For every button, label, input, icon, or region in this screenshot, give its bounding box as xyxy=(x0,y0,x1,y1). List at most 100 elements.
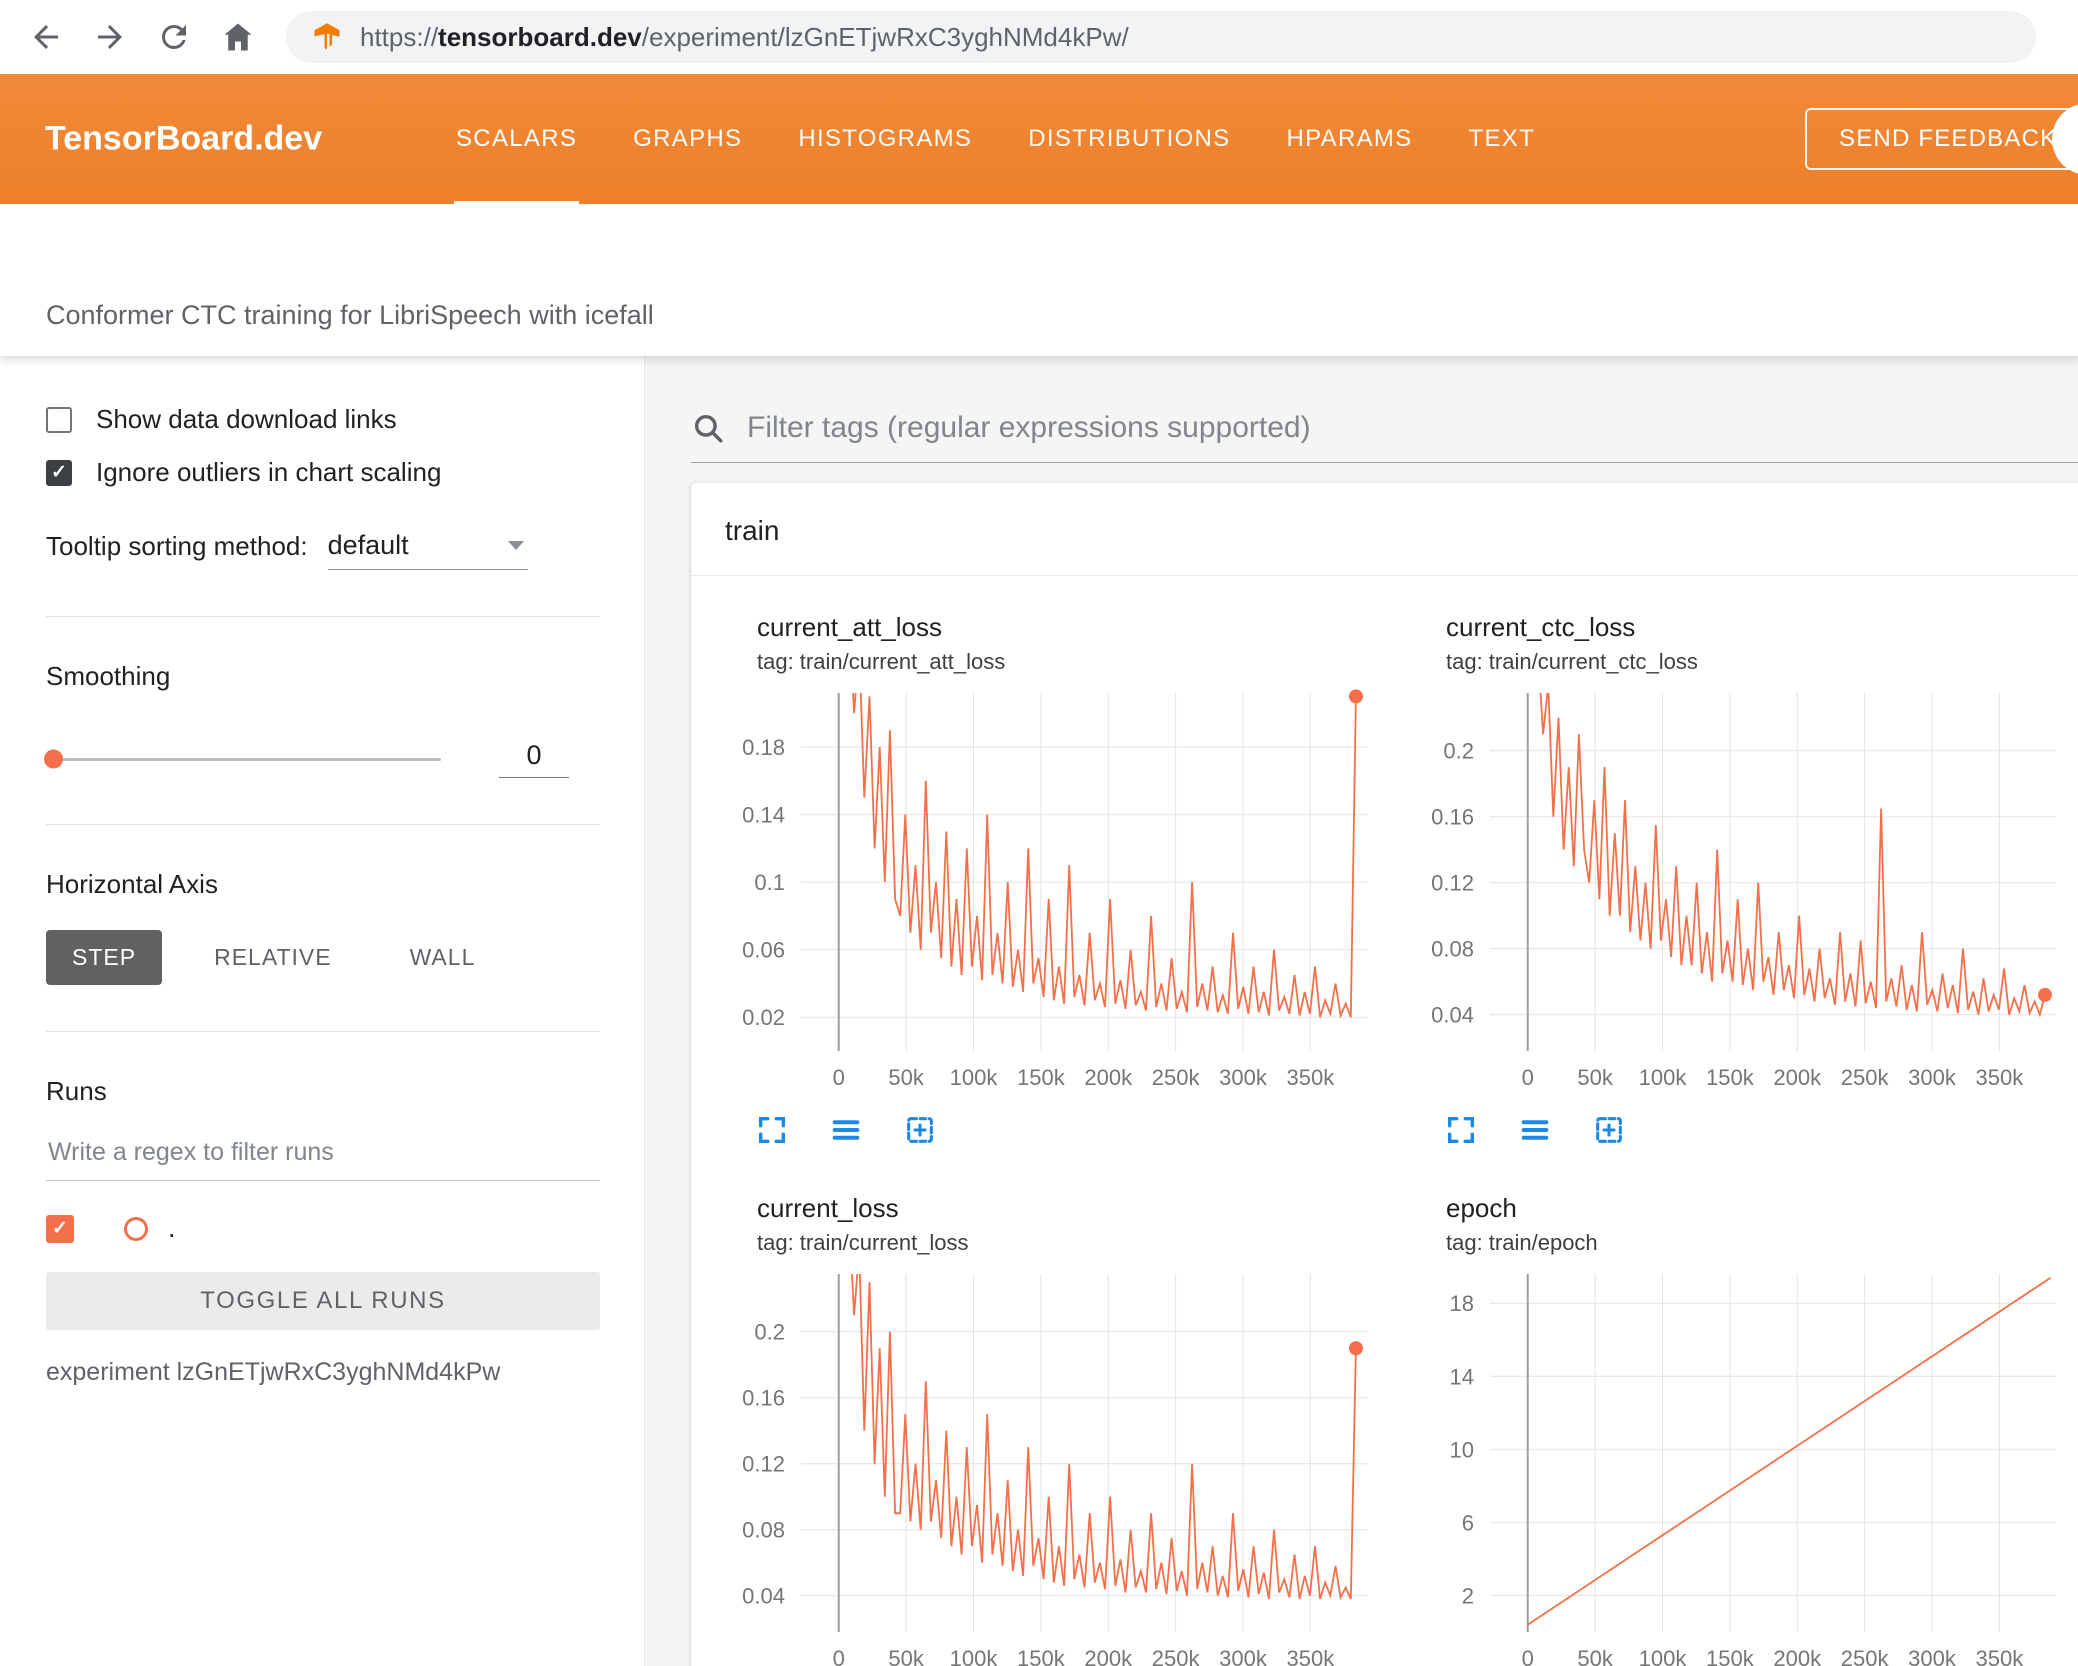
header-tabs: SCALARS GRAPHS HISTOGRAMS DISTRIBUTIONS HPAR… xyxy=(428,74,1563,204)
tooltip-sorting-value: default xyxy=(327,530,409,560)
svg-text:150k: 150k xyxy=(1706,1065,1755,1090)
back-icon[interactable] xyxy=(28,19,64,55)
svg-text:300k: 300k xyxy=(1908,1065,1957,1090)
chart-tag: tag: train/current_att_loss xyxy=(757,649,1006,674)
axis-wall-button[interactable]: WALL xyxy=(384,930,502,985)
chart-current_loss: current_loss tag: train/current_loss 0.04 0… xyxy=(715,1193,1380,1666)
url-host: tensorboard.dev xyxy=(438,21,642,52)
svg-text:14: 14 xyxy=(1450,1364,1474,1389)
toggle-all-runs-button[interactable]: TOGGLE ALL RUNS xyxy=(46,1272,600,1330)
svg-text:100k: 100k xyxy=(950,1065,999,1090)
divider xyxy=(46,824,600,825)
url-bar[interactable]: https://tensorboard.dev/experiment/lzGnE… xyxy=(286,11,2036,63)
svg-text:0: 0 xyxy=(1522,1065,1534,1090)
run-checkbox[interactable] xyxy=(46,1214,74,1243)
tab-graphs[interactable]: GRAPHS xyxy=(605,74,770,204)
fit-domain-icon[interactable] xyxy=(1592,1113,1626,1147)
content-area: Show data download links Ignore outliers… xyxy=(0,356,2078,1666)
divider xyxy=(46,1031,600,1032)
svg-text:250k: 250k xyxy=(1152,1646,1201,1666)
ignore-outliers-row[interactable]: Ignore outliers in chart scaling xyxy=(46,457,600,488)
svg-text:100k: 100k xyxy=(1639,1646,1688,1666)
runs-filter-input[interactable] xyxy=(46,1137,604,1168)
svg-text:0: 0 xyxy=(1522,1646,1534,1666)
run-name: . xyxy=(168,1213,176,1243)
svg-text:0.04: 0.04 xyxy=(1431,1003,1474,1028)
svg-text:0.04: 0.04 xyxy=(742,1584,785,1609)
svg-text:100k: 100k xyxy=(950,1646,999,1666)
filter-tags-input[interactable] xyxy=(745,410,2078,446)
svg-text:6: 6 xyxy=(1462,1510,1474,1535)
smoothing-slider-thumb[interactable] xyxy=(44,749,63,769)
browser-chrome: https://tensorboard.dev/experiment/lzGnE… xyxy=(0,0,2078,74)
refresh-icon[interactable] xyxy=(156,19,192,55)
svg-text:300k: 300k xyxy=(1219,1646,1268,1666)
tab-scalars[interactable]: SCALARS xyxy=(428,74,605,204)
tensorboard-brand[interactable]: TensorBoard.dev xyxy=(45,120,322,159)
chart-title: current_ctc_loss xyxy=(1446,612,1636,642)
tab-distributions[interactable]: DISTRIBUTIONS xyxy=(1000,74,1258,204)
svg-text:300k: 300k xyxy=(1908,1646,1957,1666)
show-download-links-checkbox[interactable] xyxy=(46,406,72,433)
chart-canvas-current_loss[interactable]: 0.04 0.08 0.12 0.16 0.2 0 50k 100k 150k 200k 250k 3… xyxy=(715,1266,1380,1666)
smoothing-slider-row: 0 xyxy=(44,740,600,778)
tab-hparams[interactable]: HPARAMS xyxy=(1258,74,1440,204)
chevron-down-icon xyxy=(507,541,524,550)
tooltip-sorting-row: Tooltip sorting method: default xyxy=(46,530,600,570)
svg-text:0.06: 0.06 xyxy=(742,938,785,963)
svg-text:18: 18 xyxy=(1450,1291,1474,1316)
horizontal-axis-label: Horizontal Axis xyxy=(46,869,218,899)
tensorboard-favicon xyxy=(312,22,342,52)
chart-tag: tag: train/current_ctc_loss xyxy=(1446,649,1698,674)
home-icon[interactable] xyxy=(220,19,256,55)
smoothing-slider[interactable] xyxy=(44,749,441,769)
send-feedback-button[interactable]: SEND FEEDBACK xyxy=(1805,108,2078,170)
experiment-id-label: experiment lzGnETjwRxC3yghNMd4kPw xyxy=(46,1358,501,1386)
svg-text:50k: 50k xyxy=(888,1065,924,1090)
svg-text:0: 0 xyxy=(833,1646,845,1666)
maximize-card-icon[interactable] xyxy=(1444,1113,1478,1147)
run-color-circle xyxy=(124,1216,148,1241)
svg-text:50k: 50k xyxy=(888,1646,924,1666)
axis-relative-button[interactable]: RELATIVE xyxy=(188,930,358,985)
chart-actions xyxy=(755,1113,1380,1147)
chart-current_att_loss: current_att_loss tag: train/current_att_l… xyxy=(715,612,1380,1147)
svg-text:0.12: 0.12 xyxy=(1431,871,1474,896)
svg-text:200k: 200k xyxy=(1084,1065,1133,1090)
show-download-links-row[interactable]: Show data download links xyxy=(46,404,600,435)
svg-text:0: 0 xyxy=(833,1065,845,1090)
train-section-header[interactable]: train xyxy=(691,483,2078,576)
svg-text:0.16: 0.16 xyxy=(1431,805,1474,830)
tooltip-sorting-dropdown[interactable]: default xyxy=(327,530,528,570)
forward-icon[interactable] xyxy=(92,19,128,55)
fit-domain-icon[interactable] xyxy=(903,1113,937,1147)
svg-text:100k: 100k xyxy=(1639,1065,1688,1090)
horizontal-axis-buttons: STEP RELATIVE WALL xyxy=(46,930,600,985)
toggle-log-scale-icon[interactable] xyxy=(829,1113,863,1147)
svg-text:350k: 350k xyxy=(1287,1646,1336,1666)
axis-step-button[interactable]: STEP xyxy=(46,930,163,985)
chart-canvas-epoch[interactable]: 2 6 10 14 18 0 50k 100k 150k 200k 250k 300k 350k xyxy=(1404,1266,2069,1666)
tab-histograms[interactable]: HISTOGRAMS xyxy=(770,74,1000,204)
filter-tags-row xyxy=(691,410,2078,463)
tooltip-sorting-label: Tooltip sorting method: xyxy=(46,531,308,561)
svg-text:50k: 50k xyxy=(1577,1065,1613,1090)
tab-text[interactable]: TEXT xyxy=(1441,74,1564,204)
maximize-card-icon[interactable] xyxy=(755,1113,789,1147)
svg-text:200k: 200k xyxy=(1773,1646,1822,1666)
svg-text:150k: 150k xyxy=(1017,1646,1066,1666)
ignore-outliers-checkbox[interactable] xyxy=(46,459,72,486)
svg-text:0.2: 0.2 xyxy=(1443,739,1474,764)
chart-current_ctc_loss: current_ctc_loss tag: train/current_ctc_l… xyxy=(1404,612,2069,1147)
experiment-title: Conformer CTC training for LibriSpeech w… xyxy=(46,300,654,330)
toggle-log-scale-icon[interactable] xyxy=(1518,1113,1552,1147)
smoothing-value[interactable]: 0 xyxy=(499,740,569,778)
svg-text:0.02: 0.02 xyxy=(742,1005,785,1030)
chart-tag: tag: train/epoch xyxy=(1446,1230,1598,1255)
svg-text:250k: 250k xyxy=(1841,1065,1890,1090)
run-row[interactable]: . xyxy=(46,1213,600,1244)
chart-title: current_att_loss xyxy=(757,612,942,642)
svg-text:0.12: 0.12 xyxy=(742,1452,785,1477)
chart-canvas-current_ctc_loss[interactable]: 0.04 0.08 0.12 0.16 0.2 0 50k 100k 150k 200k 250k 3… xyxy=(1404,685,2069,1105)
chart-canvas-current_att_loss[interactable]: 0.02 0.06 0.1 0.14 0.18 0 50k 100k 150k 200k 250k 3… xyxy=(715,685,1380,1105)
